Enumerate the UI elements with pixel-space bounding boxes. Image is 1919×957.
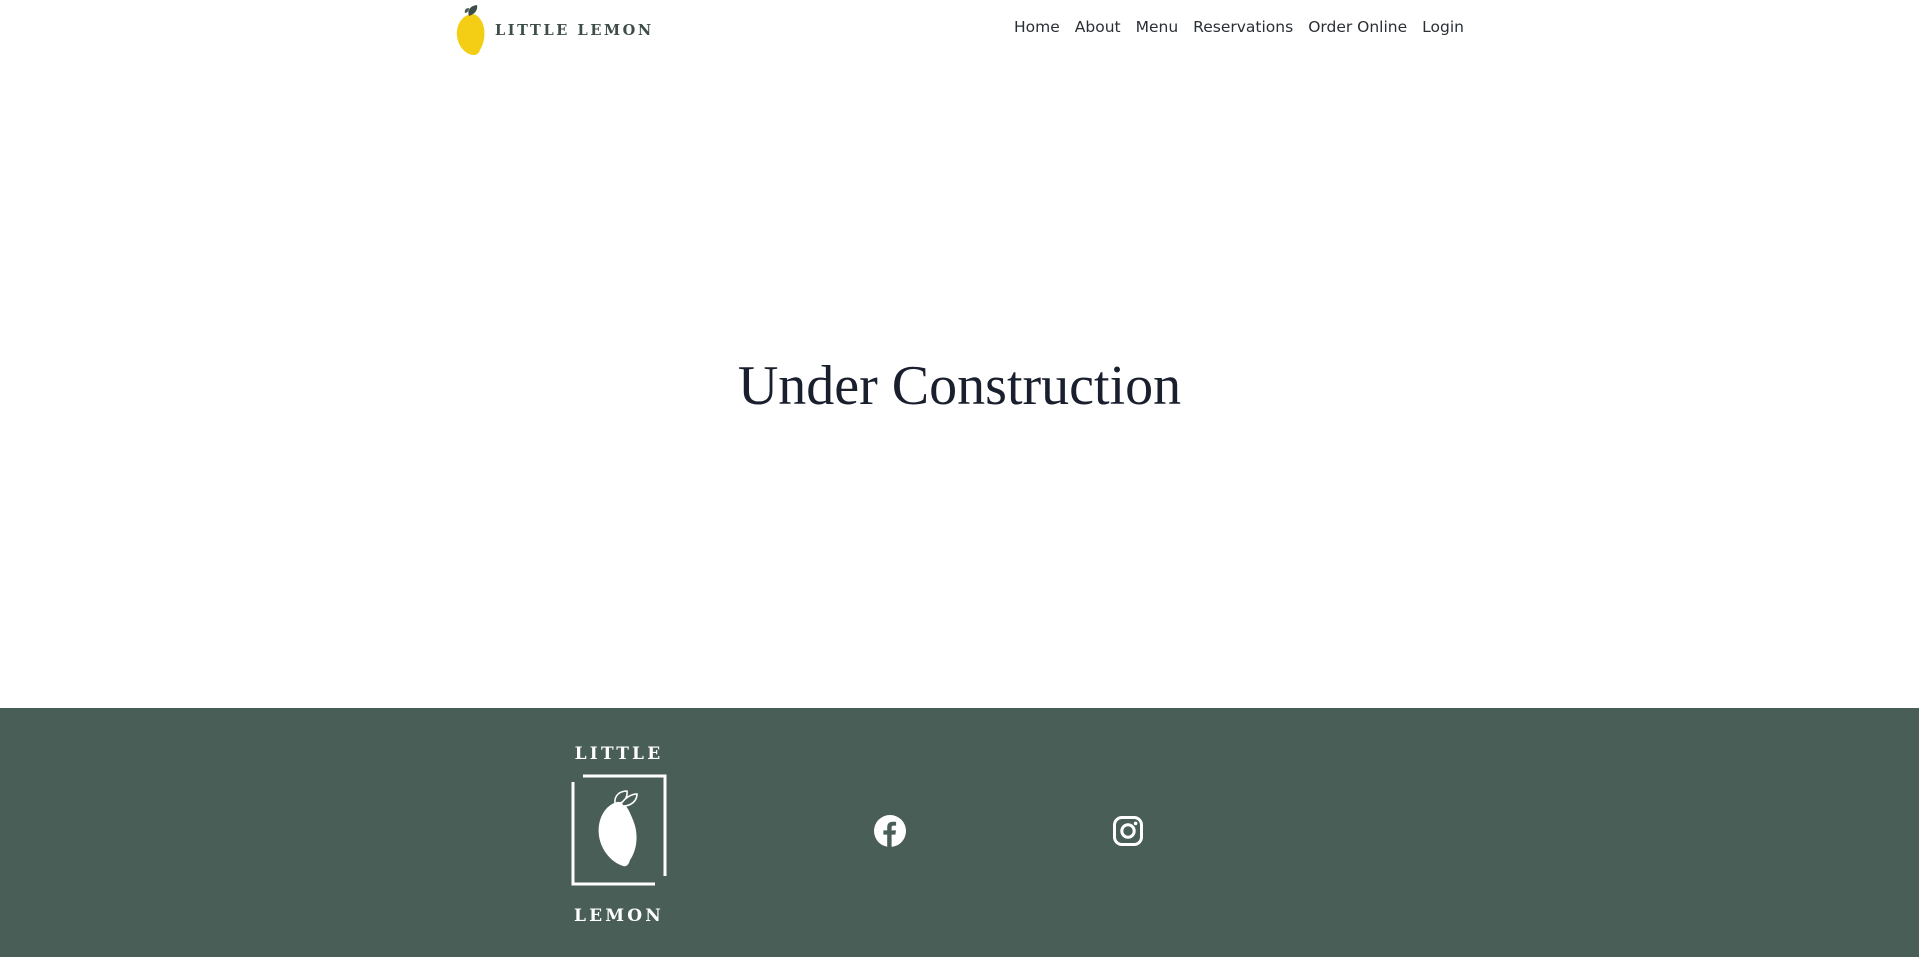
nav-about[interactable]: About [1075, 18, 1121, 36]
nav-menu[interactable]: Menu [1136, 18, 1179, 36]
footer-logo: LITTLE LEMON [568, 744, 670, 928]
lemon-logo-icon [456, 5, 485, 56]
main-content: Under Construction [0, 62, 1919, 708]
brand-logo-link[interactable]: LITTLE LEMON [455, 4, 654, 56]
nav-home[interactable]: Home [1014, 18, 1060, 36]
site-header: LITTLE LEMON Home About Menu Reservation… [0, 0, 1919, 62]
instagram-icon[interactable] [1112, 815, 1144, 847]
page-title: Under Construction [737, 355, 1182, 417]
nav-login[interactable]: Login [1422, 18, 1464, 36]
footer-logo-top-text: LITTLE [574, 744, 664, 764]
brand-name: LITTLE LEMON [495, 21, 654, 39]
nav-reservations[interactable]: Reservations [1193, 18, 1293, 36]
facebook-icon[interactable] [874, 815, 906, 847]
page: LITTLE LEMON Home About Menu Reservation… [0, 0, 1919, 957]
main-nav: Home About Menu Reservations Order Onlin… [1014, 18, 1464, 36]
footer-logo-bottom-text: LEMON [573, 906, 665, 926]
lemon-emblem-icon [571, 774, 667, 886]
nav-order-online[interactable]: Order Online [1308, 18, 1407, 36]
site-footer: LITTLE LEMON [0, 708, 1919, 957]
